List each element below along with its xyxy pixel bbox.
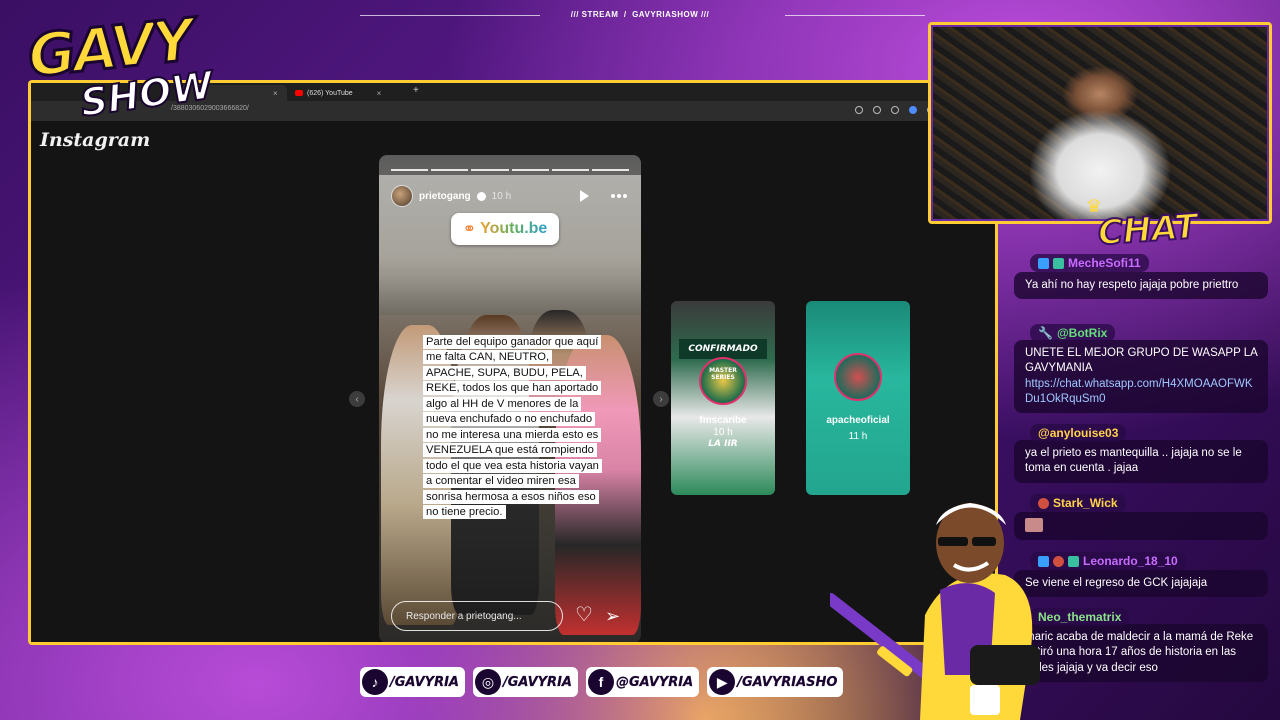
chat-message: MecheSofi11 Ya ahí no hay respeto jajaja… [1014,254,1268,299]
new-tab-button[interactable]: + [413,85,419,96]
gavy-show-logo: GAVY SHOW [14,4,242,140]
badge-icon [1053,257,1064,269]
thumb-username: fmscaribe [699,415,747,426]
extension-icon[interactable] [909,106,917,114]
next-story-arrow-icon[interactable]: › [653,391,669,407]
top-divider-right [785,15,925,16]
story-thumb-fmscaribe[interactable]: CONFIRMADO MASTER SERIES fmscaribe 10 h … [671,301,775,495]
close-icon[interactable]: × [273,89,278,98]
avatar [699,357,747,405]
tiktok-icon: ♪ [362,669,388,695]
mascot-illustration [830,503,1040,720]
thumb-username: apacheoficial [826,415,890,426]
story-caption: Parte del equipo ganador que aquí me fal… [423,335,602,520]
social-handle: @GAVYRIA [615,674,694,690]
thumb-banner-mid: MASTER SERIES [709,367,737,381]
link-icon: ⚭ [462,221,477,238]
social-tiktok[interactable]: ♪ /GAVYRIA [360,667,465,697]
story-progress [391,169,630,171]
chat-username: 🔧 @BotRix [1030,324,1116,342]
facebook-icon: f [587,669,614,695]
story-thumb-apacheoficial[interactable]: apacheoficial 11 h [806,301,910,495]
tab-youtube[interactable]: (626) YouTube × [289,85,407,101]
play-icon[interactable] [580,190,589,202]
reply-input[interactable]: Responder a prietogang... [391,601,563,631]
chat-username: MecheSofi11 [1030,254,1149,272]
close-icon[interactable]: × [377,89,382,98]
story-header: prietogang 10 h [391,185,629,207]
youtube-icon: ▶ [709,669,736,695]
thumb-banner: CONFIRMADO [679,339,767,359]
social-handle: /GAVYRIA [390,674,459,690]
tab-youtube-label: (626) YouTube [307,89,353,97]
heart-icon[interactable]: ♡ [575,605,593,625]
social-facebook[interactable]: f @GAVYRIA [585,667,700,697]
star-icon[interactable] [891,106,899,114]
webcam-feed [931,25,1269,221]
verified-icon [476,191,486,201]
more-icon[interactable] [611,194,627,198]
chat-username: @anylouise03 [1030,424,1127,442]
social-handle: /GAVYRIASHO [737,674,838,690]
chat-text: UNETE EL MEJOR GRUPO DE WASAPP LA GAVYMA… [1014,340,1268,414]
chat-link[interactable]: https://chat.whatsapp.com/H4XMOAAOFWKDu1… [1025,378,1253,405]
wrench-icon: 🔧 [1038,326,1053,340]
thumb-time: 10 h [713,427,733,438]
social-handle: /GAVYRIA [502,674,572,690]
search-icon[interactable] [873,106,881,114]
chat-message: @anylouise03 ya el prieto es mantequilla… [1014,424,1268,483]
top-stream-label: /// STREAM / GAVYRIASHOW /// [570,10,710,19]
top-divider-left [360,15,540,16]
story-viewer[interactable]: prietogang 10 h ⚭ Youtu.be Parte del equ… [379,155,641,642]
zoom-icon[interactable] [855,106,863,114]
avatar [834,353,882,401]
story-time: 10 h [491,190,512,202]
webcam-frame [928,22,1272,224]
social-links: ♪ /GAVYRIA ◎ /GAVYRIA f @GAVYRIA ▶ /GAVY… [360,667,844,697]
thumb-time: 11 h [848,431,868,442]
story-username[interactable]: prietogang [419,191,471,202]
social-instagram[interactable]: ◎ /GAVYRIA [472,667,578,697]
chat-text: Ya ahí no hay respeto jajaja pobre priet… [1014,271,1268,299]
social-youtube[interactable]: ▶ /GAVYRIASHO [707,667,844,697]
chat-text: ya el prieto es mantequilla .. jajaja no… [1014,440,1268,483]
link-sticker-label: Youtu.be [480,220,548,237]
youtube-icon [295,90,303,96]
avatar[interactable] [391,185,413,207]
prev-story-arrow-icon[interactable]: ‹ [349,391,365,407]
thumb-banner-bottom: LA IIR [708,439,738,449]
send-icon[interactable]: ➢ [605,607,620,625]
link-sticker[interactable]: ⚭ Youtu.be [451,213,559,245]
instagram-icon: ◎ [474,669,501,695]
chat-title: CHAT [1096,206,1200,255]
badge-icon [1038,257,1049,269]
chat-message: 🔧 @BotRix UNETE EL MEJOR GRUPO DE WASAPP… [1014,324,1268,414]
reply-placeholder: Responder a prietogang... [406,610,522,622]
